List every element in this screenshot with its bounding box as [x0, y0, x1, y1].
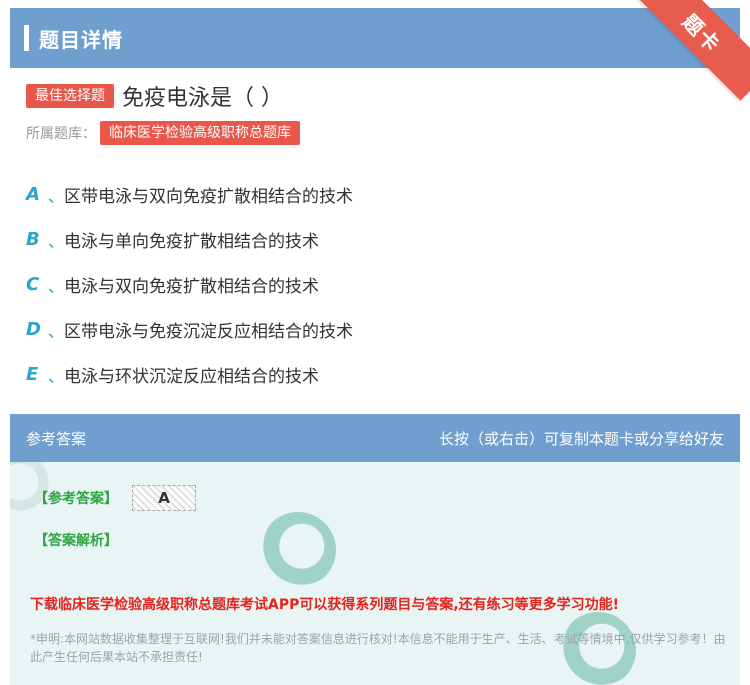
question-text: 免疫电泳是（ ） [122, 86, 283, 111]
download-promo[interactable]: 下载临床医学检验高级职称总题库考试APP可以获得系列题目与答案,还有练习等更多学… [30, 594, 619, 614]
answer-value-image: A [132, 485, 196, 511]
answer-panel: 【参考答案】 A 【答案解析】 下载临床医学检验高级职称总题库考试APP可以获得… [10, 462, 740, 685]
option-e[interactable]: E 、 电泳与环状沉淀反应相结合的技术 [26, 352, 353, 397]
question-type-badge: 最佳选择题 [26, 84, 114, 108]
question-row: 最佳选择题 免疫电泳是（ ） [26, 80, 283, 112]
option-letter: C [26, 274, 40, 295]
option-letter: E [26, 364, 39, 385]
option-text: 电泳与单向免疫扩散相结合的技术 [64, 232, 319, 252]
option-separator: 、 [48, 186, 65, 206]
share-hint: 长按（或右击）可复制本题卡或分享给好友 [438, 429, 724, 448]
option-text: 区带电泳与免疫沉淀反应相结合的技术 [64, 322, 353, 342]
watermark-logo-icon [260, 512, 336, 588]
option-separator: 、 [48, 366, 65, 386]
option-text: 区带电泳与双向免疫扩散相结合的技术 [64, 187, 353, 207]
option-letter: A [26, 184, 40, 205]
question-bank-row: 所属题库： 临床医学检验高级职称总题库 [26, 121, 300, 145]
header-accent-bar [24, 25, 29, 51]
option-separator: 、 [48, 231, 65, 251]
option-letter: D [26, 319, 41, 340]
page-header: 题目详情 [10, 8, 740, 68]
option-text: 电泳与双向免疫扩散相结合的技术 [64, 277, 319, 297]
option-separator: 、 [48, 276, 65, 296]
option-a[interactable]: A 、 区带电泳与双向免疫扩散相结合的技术 [26, 172, 353, 217]
bank-label: 所属题库： [26, 126, 96, 142]
option-separator: 、 [48, 321, 65, 341]
bank-link[interactable]: 临床医学检验高级职称总题库 [100, 121, 300, 145]
option-text: 电泳与环状沉淀反应相结合的技术 [64, 367, 319, 387]
option-d[interactable]: D 、 区带电泳与免疫沉淀反应相结合的技术 [26, 307, 353, 352]
option-list: A 、 区带电泳与双向免疫扩散相结合的技术 B 、 电泳与单向免疫扩散相结合的技… [26, 172, 353, 397]
disclaimer-text: *申明:本网站数据收集整理于互联网!我们并未能对答案信息进行核对!本信息不能用于… [30, 632, 726, 664]
option-b[interactable]: B 、 电泳与单向免疫扩散相结合的技术 [26, 217, 353, 262]
page-title: 题目详情 [39, 27, 123, 52]
option-letter: B [26, 229, 40, 250]
answer-section-title: 参考答案 [26, 429, 87, 448]
answer-label: 【参考答案】 [34, 491, 118, 507]
answer-section-header: 参考答案 长按（或右击）可复制本题卡或分享给好友 [10, 414, 740, 462]
analysis-label: 【答案解析】 [34, 533, 118, 549]
option-c[interactable]: C 、 电泳与双向免疫扩散相结合的技术 [26, 262, 353, 307]
